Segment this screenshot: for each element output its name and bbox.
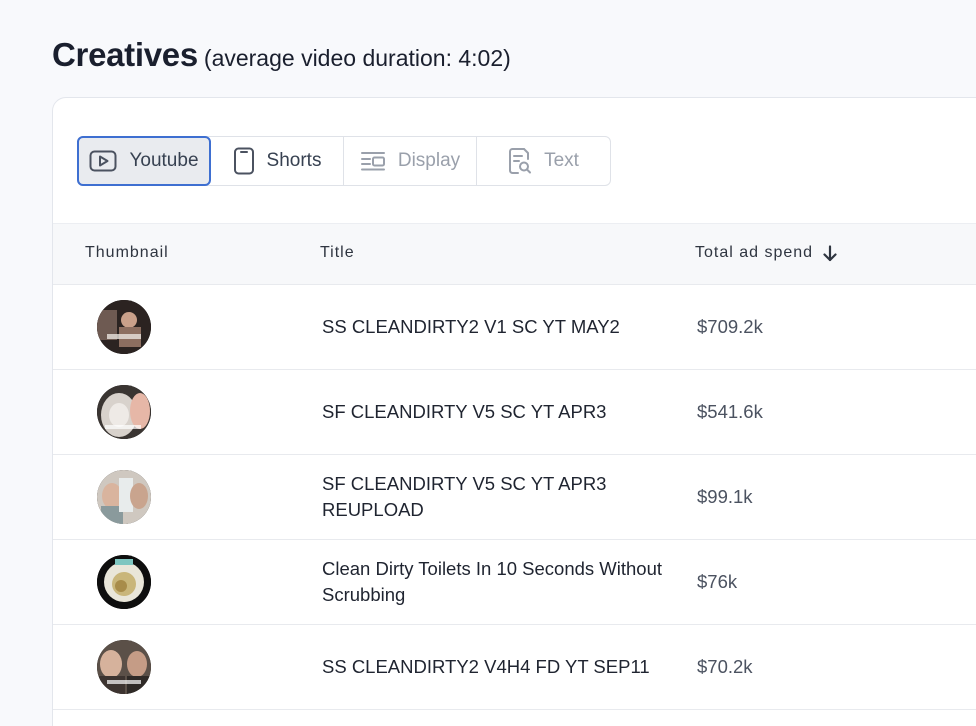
table-row[interactable]: Clean Dirty Toilets In 10 Seconds Withou… bbox=[53, 539, 976, 625]
phone-icon bbox=[233, 147, 254, 175]
video-thumbnail[interactable] bbox=[97, 555, 151, 609]
text-search-icon bbox=[509, 148, 532, 174]
ad-spend-value: $76k bbox=[697, 570, 738, 592]
video-thumbnail[interactable] bbox=[97, 470, 151, 524]
display-icon bbox=[360, 152, 385, 171]
video-thumbnail[interactable] bbox=[97, 385, 151, 439]
ad-spend-value: $70.2k bbox=[697, 655, 753, 677]
table-row[interactable]: SF CLEANDIRTY V5 SC YT APR3 $541.6k bbox=[53, 369, 976, 455]
creative-title: SS CLEANDIRTY2 V1 SC YT MAY2 bbox=[322, 315, 620, 337]
tab-youtube[interactable]: Youtube bbox=[77, 136, 211, 186]
tab-shorts-label: Shorts bbox=[266, 150, 322, 171]
tab-text[interactable]: Text bbox=[477, 137, 610, 185]
column-header-total-ad-spend-label: Total ad spend bbox=[695, 244, 814, 261]
ad-spend-value: $541.6k bbox=[697, 400, 763, 422]
tab-display[interactable]: Display bbox=[344, 137, 477, 185]
tab-youtube-label: Youtube bbox=[129, 150, 199, 171]
page-heading: Creatives (average video duration: 4:02) bbox=[52, 36, 511, 74]
column-header-thumbnail: Thumbnail bbox=[85, 244, 169, 261]
table-row[interactable]: SF CLEANDIRTY V5 SC YT APR3 REUPLOAD $99… bbox=[53, 454, 976, 540]
tab-text-label: Text bbox=[544, 150, 579, 171]
format-tabs: Youtube Shorts Display Text bbox=[77, 136, 611, 186]
page-title: Creatives bbox=[52, 36, 198, 73]
table-header: Thumbnail Title Total ad spend bbox=[53, 223, 976, 285]
creative-title: SF CLEANDIRTY V5 SC YT APR3 bbox=[322, 400, 607, 422]
tab-shorts[interactable]: Shorts bbox=[211, 137, 344, 185]
column-header-title: Title bbox=[320, 244, 355, 261]
creative-title: SF CLEANDIRTY V5 SC YT APR3 REUPLOAD bbox=[322, 472, 607, 520]
column-header-total-ad-spend[interactable]: Total ad spend bbox=[695, 244, 837, 262]
arrow-down-icon bbox=[823, 244, 837, 261]
tab-display-label: Display bbox=[397, 150, 461, 171]
table-row[interactable]: SS CLEANDIRTY2 V1 SC YT MAY2 $709.2k bbox=[53, 284, 976, 370]
play-icon bbox=[89, 150, 117, 172]
creative-title: Clean Dirty Toilets In 10 Seconds Withou… bbox=[322, 557, 663, 605]
video-thumbnail[interactable] bbox=[97, 300, 151, 354]
ad-spend-value: $709.2k bbox=[697, 315, 763, 337]
table-row[interactable]: SS CLEANDIRTY2 V4H4 FD YT SEP11 $70.2k bbox=[53, 624, 976, 710]
creatives-card: Youtube Shorts Display Text Thumbnail Ti… bbox=[52, 97, 976, 726]
ad-spend-value: $99.1k bbox=[697, 485, 753, 507]
page: Creatives (average video duration: 4:02) … bbox=[0, 0, 976, 726]
video-thumbnail[interactable] bbox=[97, 640, 151, 694]
page-subtitle: (average video duration: 4:02) bbox=[203, 45, 511, 71]
creative-title: SS CLEANDIRTY2 V4H4 FD YT SEP11 bbox=[322, 655, 650, 677]
